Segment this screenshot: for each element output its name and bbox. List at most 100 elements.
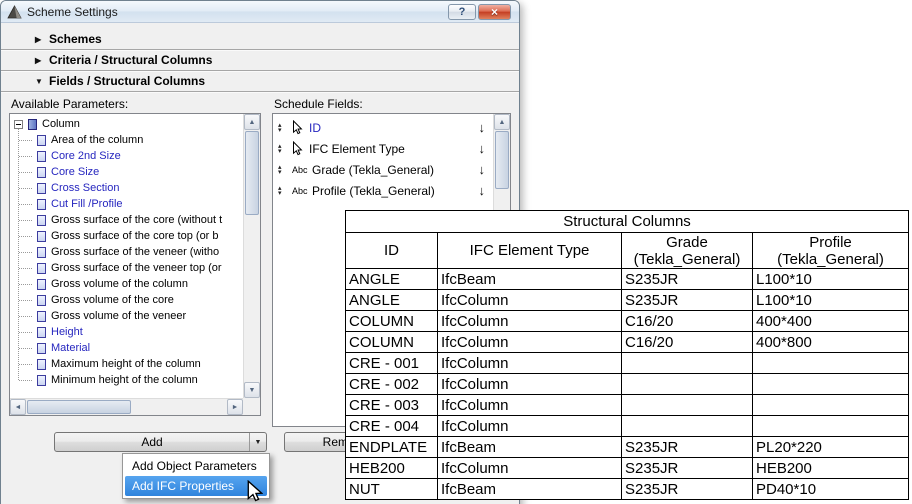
section-fields[interactable]: ▼ Fields / Structural Columns: [1, 71, 519, 92]
table-cell: HEB200: [751, 457, 910, 479]
column-icon: [28, 118, 37, 130]
down-arrow-icon[interactable]: ↓: [479, 183, 486, 198]
table-cell: NUT: [345, 478, 438, 500]
table-cell: L100*10: [751, 289, 910, 311]
tree-item[interactable]: Core Size: [10, 164, 243, 180]
table-row: HEB200 IfcColumn S235JR HEB200: [345, 457, 910, 479]
parameter-icon: [37, 358, 46, 370]
table-cell: IfcColumn: [437, 415, 622, 437]
column-header-line2: (Tekla_General): [777, 250, 884, 268]
tree-item[interactable]: Core 2nd Size: [10, 148, 243, 164]
down-arrow-icon[interactable]: ↓: [479, 120, 486, 135]
tree-item[interactable]: Cross Section: [10, 180, 243, 196]
tree-item-label: Gross volume of the veneer: [51, 310, 187, 322]
chevron-down-icon: ▼: [35, 77, 43, 86]
table-cell: [751, 352, 910, 374]
schedule-field-row[interactable]: ▴ ▾ IFC Element Type ↓: [273, 138, 493, 159]
chevron-down-icon: ▼: [254, 438, 262, 446]
table-cell: [751, 415, 910, 437]
tree-item-label: Height: [51, 326, 83, 338]
schedule-field-row[interactable]: ▴ ▾ ID ↓: [273, 117, 493, 138]
tree-item-label: Core 2nd Size: [51, 150, 121, 162]
schedule-field-label: Grade (Tekla_General): [312, 162, 435, 177]
section-criteria[interactable]: ▶ Criteria / Structural Columns: [1, 50, 519, 71]
tree-item[interactable]: Gross volume of the column: [10, 276, 243, 292]
down-arrow-icon[interactable]: ↓: [479, 141, 486, 156]
chevron-right-icon: ▶: [35, 35, 42, 44]
available-parameters-label: Available Parameters:: [11, 97, 129, 111]
table-cell: IfcBeam: [437, 478, 622, 500]
table-column-header: IFC Element Type: [437, 232, 622, 269]
table-cell: IfcBeam: [437, 436, 622, 458]
add-dropdown-arrow[interactable]: ▼: [249, 433, 266, 451]
tree-item[interactable]: Area of the column: [10, 132, 243, 148]
parameter-icon: [37, 182, 46, 194]
table-row: CRE - 001 IfcColumn: [345, 352, 910, 374]
tree-item[interactable]: Cut Fill /Profile: [10, 196, 243, 212]
tree-item[interactable]: Height: [10, 324, 243, 340]
tree-vertical-scrollbar[interactable]: ▲ ▼: [243, 114, 260, 398]
schedule-field-row[interactable]: ▴ ▾ Abc Profile (Tekla_General) ↓: [273, 180, 493, 201]
section-fields-label: Fields / Structural Columns: [49, 74, 206, 88]
move-handle-icon[interactable]: ▴ ▾: [278, 122, 288, 134]
tree-item[interactable]: Gross surface of the core (without t: [10, 212, 243, 228]
tree-item[interactable]: Gross surface of the core top (or b: [10, 228, 243, 244]
table-row: ANGLE IfcBeam S235JR L100*10: [345, 268, 910, 290]
title-bar[interactable]: Scheme Settings ? ×: [1, 1, 519, 23]
tree-item-label: Core Size: [51, 166, 100, 178]
move-handle-icon[interactable]: ▴ ▾: [278, 185, 288, 197]
table-row: CRE - 002 IfcColumn: [345, 373, 910, 395]
scroll-down-button[interactable]: ▼: [244, 382, 260, 398]
tree-item[interactable]: Gross surface of the veneer (witho: [10, 244, 243, 260]
close-button[interactable]: ×: [478, 4, 511, 20]
tree-item[interactable]: Minimum height of the column: [10, 372, 243, 388]
scrollbar-thumb[interactable]: [27, 400, 131, 414]
tree-item[interactable]: Gross surface of the veneer top (or: [10, 260, 243, 276]
table-row: NUT IfcBeam S235JR PD40*10: [345, 478, 910, 500]
tree-item[interactable]: Gross volume of the core: [10, 292, 243, 308]
tree-item-label: Minimum height of the column: [51, 374, 198, 386]
help-button[interactable]: ?: [448, 4, 476, 20]
scroll-up-button[interactable]: ▲: [494, 114, 510, 130]
tree-item[interactable]: Material: [10, 340, 243, 356]
add-button[interactable]: Add ▼: [54, 432, 267, 452]
parameter-icon: [37, 294, 46, 306]
table-row: CRE - 004 IfcColumn: [345, 415, 910, 437]
table-cell: CRE - 001: [345, 352, 438, 374]
section-schemes[interactable]: ▶ Schemes: [1, 29, 519, 50]
section-criteria-label: Criteria / Structural Columns: [49, 53, 213, 67]
table-cell: ANGLE: [345, 289, 438, 311]
down-arrow-icon[interactable]: ↓: [479, 162, 486, 177]
schedule-preview-table: Structural Columns ID IFC Element Type Gra…: [344, 210, 910, 500]
scroll-up-button[interactable]: ▲: [244, 114, 260, 130]
table-cell: S235JR: [621, 289, 753, 311]
chevron-right-icon: ▶: [35, 56, 42, 65]
table-cell: L100*10: [751, 268, 910, 290]
tree-item[interactable]: Gross volume of the veneer: [10, 308, 243, 324]
table-cell: S235JR: [621, 478, 753, 500]
parameter-icon: [37, 214, 46, 226]
schedule-field-label: IFC Element Type: [309, 141, 405, 156]
move-handle-icon[interactable]: ▴ ▾: [278, 164, 288, 176]
scrollbar-thumb[interactable]: [245, 131, 259, 215]
parameter-icon: [37, 134, 46, 146]
tree-horizontal-scrollbar[interactable]: ◄ ►: [10, 398, 243, 415]
tree-root-label: Column: [42, 118, 80, 130]
move-handle-icon[interactable]: ▴ ▾: [278, 143, 288, 155]
menu-item-add-object-parameters[interactable]: Add Object Parameters: [125, 456, 267, 476]
scrollbar-thumb[interactable]: [495, 131, 509, 189]
parameter-tree[interactable]: Column Area of the column Core 2nd Size Co…: [10, 114, 243, 398]
scroll-right-button[interactable]: ►: [227, 399, 243, 415]
tree-root-column[interactable]: Column: [10, 116, 243, 132]
screen: Scheme Settings ? × ▶ Schemes ▶ Criteria…: [0, 0, 912, 504]
collapse-minus-icon[interactable]: [14, 119, 23, 129]
parameter-icon: [37, 230, 46, 242]
parameter-icon: [37, 246, 46, 258]
arrow-right-icon: ►: [231, 403, 239, 411]
schedule-field-row[interactable]: ▴ ▾ Abc Grade (Tekla_General) ↓: [273, 159, 493, 180]
column-header-line1: Profile: [809, 233, 852, 251]
scroll-left-button[interactable]: ◄: [10, 399, 26, 415]
tree-item[interactable]: Maximum height of the column: [10, 356, 243, 372]
table-body: ANGLE IfcBeam S235JR L100*10 ANGLE IfcColumn S…: [345, 268, 910, 500]
menu-item-add-ifc-properties[interactable]: Add IFC Properties: [125, 476, 267, 496]
